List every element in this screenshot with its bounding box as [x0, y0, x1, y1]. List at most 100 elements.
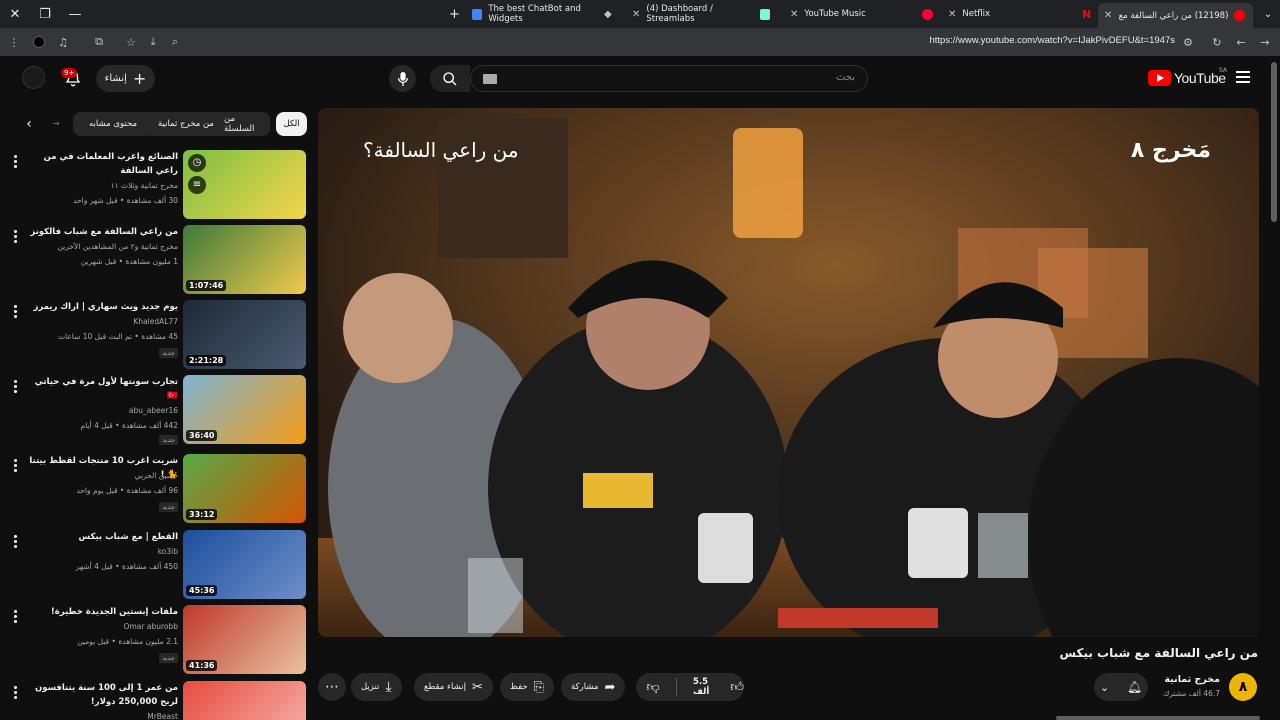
save-button[interactable]: حفظ ⎘: [500, 673, 555, 701]
forward-icon[interactable]: →: [1257, 34, 1273, 50]
voice-search-mic-icon[interactable]: [389, 65, 416, 92]
minimize-window-icon[interactable]: —: [60, 0, 90, 28]
search-input[interactable]: بحث: [470, 65, 868, 92]
youtube-play-icon: [1148, 70, 1171, 86]
more-options-icon[interactable]: [14, 230, 18, 245]
tab-chatbot[interactable]: The best ChatBot and Widgets: [466, 3, 616, 25]
site-settings-icon[interactable]: ⚙: [1180, 34, 1196, 50]
video-thumbnail[interactable]: 1:07:46: [183, 225, 306, 294]
more-options-icon[interactable]: [14, 380, 18, 395]
channel-avatar[interactable]: ۸: [1229, 673, 1257, 701]
tab-search-icon[interactable]: ⌄: [1258, 3, 1278, 25]
page-scrollbar[interactable]: [1271, 62, 1277, 222]
plus-icon: +: [132, 69, 147, 88]
like-button[interactable]: 5.5 ألف 👍︎: [683, 677, 744, 697]
hamburger-menu-icon[interactable]: [1236, 71, 1250, 86]
more-options-icon[interactable]: [14, 535, 18, 550]
download-button[interactable]: تنزيل ⤓: [351, 673, 402, 701]
url-field[interactable]: https://www.youtube.com/watch?v=IJakPivD…: [929, 35, 1175, 46]
video-thumbnail[interactable]: 2:21:28: [183, 300, 306, 369]
create-button[interactable]: إنشاء +: [96, 65, 155, 92]
close-window-icon[interactable]: ✕: [0, 0, 30, 28]
more-options-icon[interactable]: [14, 155, 18, 170]
new-badge: جديد: [159, 502, 178, 512]
more-options-icon[interactable]: [14, 686, 18, 701]
recommendation-filter-chips: ‹ → محتوى مشابه من مخرج ثمانية من السلسل…: [20, 112, 310, 138]
list-item[interactable]: من عمر 1 إلى 100 سنة يتنافسون لربح 250,0…: [0, 676, 310, 720]
restore-window-icon[interactable]: ❐: [30, 0, 60, 28]
add-to-queue-icon[interactable]: ≡: [188, 176, 206, 194]
reload-icon[interactable]: ↻: [1209, 34, 1225, 50]
dislike-button[interactable]: 👎︎: [636, 680, 670, 695]
more-options-icon[interactable]: [14, 305, 18, 320]
youtube-masthead: إنشاء + بحث YouTube SA: [0, 56, 1280, 100]
thumbs-up-icon: 👍︎: [730, 679, 745, 695]
tab-streamlabs[interactable]: ✕ (4) Dashboard / Streamlabs: [626, 3, 776, 25]
install-app-icon[interactable]: ⤓: [145, 34, 161, 50]
list-item[interactable]: يوم جديد ويث سهاري | اراك ريمرز KhaledAL…: [0, 295, 310, 369]
video-actions: ⋯ تنزيل ⤓ إنشاء مقطع ✂ حفظ ⎘ مشاركة ➦ 👎︎…: [318, 673, 1268, 703]
profile-icon[interactable]: [31, 34, 47, 50]
tab-close-icon[interactable]: ✕: [790, 9, 798, 20]
overlay-brand-logo: مَخرج ٨: [1130, 138, 1211, 163]
back-icon[interactable]: ←: [1233, 34, 1249, 50]
clip-button[interactable]: إنشاء مقطع ✂: [414, 673, 493, 701]
list-item[interactable]: ملفات إبستين الجديدة خطيرة! Omar aburobb…: [0, 600, 310, 674]
subscription-button[interactable]: ⌄ 🔔︎: [1094, 673, 1148, 701]
more-options-icon[interactable]: [14, 459, 18, 474]
new-tab-button[interactable]: +: [443, 3, 466, 25]
video-thumbnail[interactable]: 33:12: [183, 454, 306, 523]
chatbot-favicon-icon: [472, 8, 483, 20]
menu-dots-icon[interactable]: ⋮: [6, 34, 22, 50]
tab-close-icon[interactable]: ◆: [598, 3, 618, 25]
download-icon: ⤓: [385, 679, 392, 695]
video-thumbnail[interactable]: 41:36: [183, 605, 306, 674]
chip-all[interactable]: الكل: [276, 112, 307, 136]
list-item[interactable]: من راعي السالفة مع شباب فالكونز مخرج ثما…: [0, 220, 310, 294]
video-thumbnail[interactable]: 36:40: [183, 375, 306, 444]
watch-later-icon[interactable]: ◷: [188, 154, 206, 172]
divider: [676, 678, 678, 696]
tab-close-icon[interactable]: ✕: [1104, 10, 1112, 21]
video-thumbnail[interactable]: [183, 681, 306, 720]
chip-from-series[interactable]: من السلسلة: [216, 112, 270, 136]
chevron-left-icon[interactable]: ‹: [20, 112, 38, 136]
zoom-icon[interactable]: ⌕: [167, 34, 183, 50]
more-options-icon[interactable]: [14, 610, 18, 625]
video-player[interactable]: من راعي السالفة؟ مَخرج ٨: [318, 108, 1259, 637]
tab-youtube-music[interactable]: ✕ YouTube Music: [784, 3, 924, 25]
bookmark-star-icon[interactable]: ☆: [123, 34, 139, 50]
share-icon: ➦: [604, 679, 616, 695]
chip-overflow[interactable]: →: [46, 112, 66, 136]
tab-close-icon[interactable]: ✕: [948, 9, 956, 20]
browser-tab-bar: ✕ ❐ — + The best ChatBot and Widgets ◆ ✕…: [0, 0, 1280, 28]
video-frame: [318, 108, 1259, 637]
new-badge: جديد: [159, 653, 178, 663]
horizontal-scrollbar[interactable]: [1056, 716, 1260, 720]
search-icon: [443, 71, 457, 85]
youtube-logo[interactable]: YouTube: [1148, 69, 1226, 87]
video-thumbnail[interactable]: ◷ ≡: [183, 150, 306, 219]
list-item[interactable]: الصنائع واغرب المعلمات في من راعي السالف…: [0, 145, 310, 219]
list-item[interactable]: تجارب سونتها لأول مرة في حياتي 🇹🇷 abu_ab…: [0, 370, 310, 445]
tab-close-icon[interactable]: ✕: [632, 9, 640, 20]
keyboard-icon[interactable]: [483, 74, 497, 84]
tab-netflix[interactable]: ✕ Netflix: [942, 3, 1082, 25]
bell-icon: 🔔︎: [1126, 680, 1143, 694]
video-thumbnail[interactable]: 45:36: [183, 530, 306, 599]
channel-name[interactable]: مخرج ثمانية: [1164, 674, 1220, 685]
account-avatar[interactable]: [22, 66, 45, 89]
extensions-icon[interactable]: ⧉: [91, 34, 107, 50]
list-item[interactable]: شريت اغرب 10 منتجات لقطط بيتنا 🐈 ! حسين …: [0, 449, 310, 523]
list-item[interactable]: القطع | مع شباب بيكس ko3ib 450 ألف مشاهد…: [0, 525, 310, 599]
chip-similar[interactable]: محتوى مشابه: [73, 112, 153, 136]
media-control-icon[interactable]: ♫: [55, 34, 71, 50]
like-dislike-group: 👎︎ 5.5 ألف 👍︎: [636, 673, 744, 701]
share-button[interactable]: مشاركة ➦: [561, 673, 626, 701]
search-button[interactable]: [430, 65, 470, 92]
bookmark-icon: ⎘: [533, 679, 545, 695]
more-actions-button[interactable]: ⋯: [318, 673, 346, 701]
new-badge: جديد: [159, 435, 178, 445]
tab-youtube-active[interactable]: ✕ (12198) من راعي السالفة مع شبا: [1098, 3, 1253, 28]
youtube-favicon-icon: [1234, 10, 1246, 21]
